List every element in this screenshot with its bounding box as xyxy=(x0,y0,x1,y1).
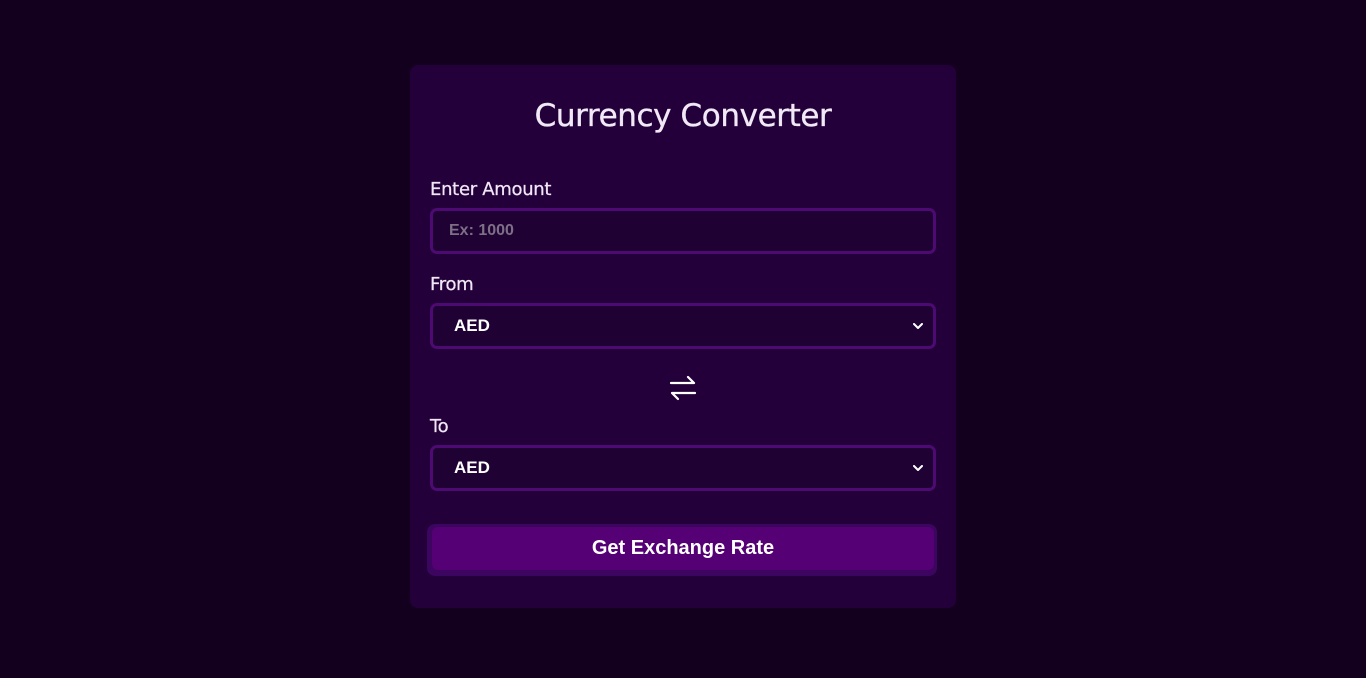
to-currency-value: AED xyxy=(454,458,490,477)
page-title: Currency Converter xyxy=(534,98,832,134)
from-label: From xyxy=(430,274,474,295)
converter-card: Currency Converter Enter Amount From AED… xyxy=(410,65,956,608)
amount-label: Enter Amount xyxy=(430,179,552,200)
chevron-down-icon xyxy=(909,459,927,477)
to-label: To xyxy=(430,416,449,437)
from-currency-value: AED xyxy=(454,316,490,335)
from-currency-select[interactable]: AED xyxy=(430,303,936,349)
amount-field xyxy=(430,208,936,254)
swap-arrows-icon xyxy=(667,372,699,409)
page: Currency Converter Enter Amount From AED… xyxy=(0,0,1366,678)
to-currency-select[interactable]: AED xyxy=(430,445,936,491)
chevron-down-icon xyxy=(909,317,927,335)
swap-currencies-button[interactable] xyxy=(667,374,699,406)
get-exchange-rate-button[interactable]: Get Exchange Rate xyxy=(427,524,937,576)
get-exchange-rate-label: Get Exchange Rate xyxy=(432,527,934,570)
amount-input[interactable] xyxy=(433,211,933,251)
